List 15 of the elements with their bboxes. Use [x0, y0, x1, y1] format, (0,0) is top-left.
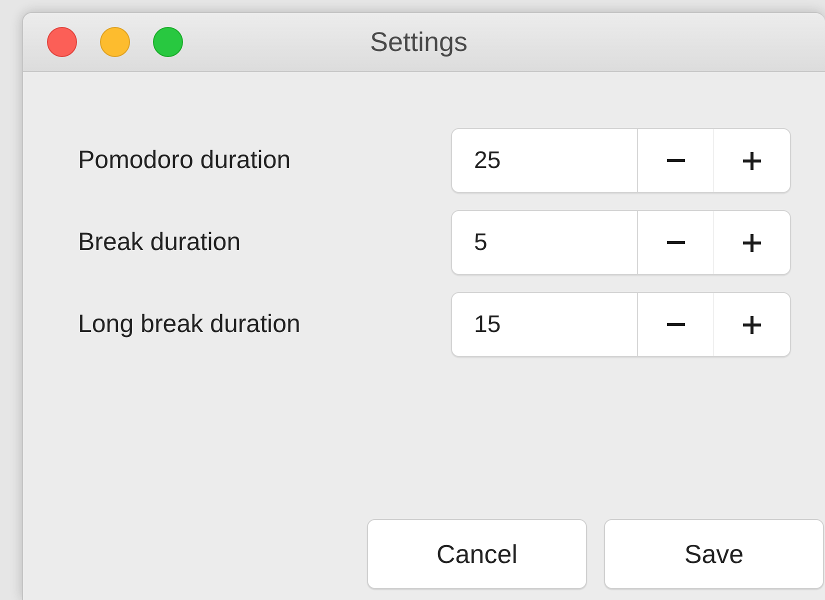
- increment-button[interactable]: [714, 211, 790, 274]
- increment-button[interactable]: [714, 293, 790, 356]
- cancel-button[interactable]: Cancel: [367, 519, 587, 589]
- minimize-icon[interactable]: [100, 27, 130, 57]
- minus-icon: [666, 159, 685, 162]
- zoom-icon[interactable]: [153, 27, 183, 57]
- increment-button[interactable]: [714, 129, 790, 192]
- setting-label: Long break duration: [78, 310, 302, 339]
- minus-icon: [666, 323, 685, 326]
- setting-label: Break duration: [78, 228, 242, 257]
- close-icon[interactable]: [47, 27, 77, 57]
- window-title: Settings: [370, 27, 468, 58]
- save-button[interactable]: Save: [604, 519, 824, 589]
- setting-label: Pomodoro duration: [78, 146, 292, 175]
- minus-icon: [666, 241, 685, 244]
